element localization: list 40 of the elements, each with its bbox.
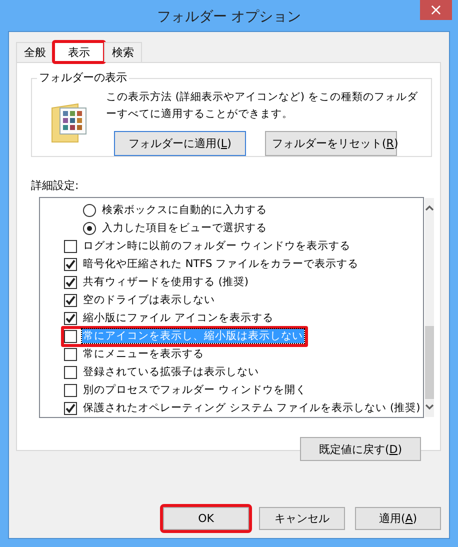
setting-label[interactable]: ログオン時に以前のフォルダー ウィンドウを表示する bbox=[82, 239, 352, 253]
restore-defaults-button[interactable]: 既定値に戻す(D) bbox=[300, 437, 421, 461]
setting-label[interactable]: 縮小版にファイル アイコンを表示する bbox=[82, 311, 274, 325]
checkbox[interactable] bbox=[64, 312, 77, 324]
tab[interactable]: 表示 bbox=[53, 41, 105, 63]
description-text: この表示方法 (詳細表示やアイコンなど) をこの種類のフォルダーすべてに適用することができます。 bbox=[106, 90, 419, 122]
checkbox[interactable] bbox=[64, 294, 77, 306]
setting-label[interactable]: 保護されたオペレーティング システム ファイルを表示しない (推奨) bbox=[82, 401, 422, 415]
checkbox[interactable] bbox=[64, 330, 77, 342]
setting-label[interactable]: 空のドライブは表示しない bbox=[82, 293, 216, 307]
folder-button[interactable]: フォルダーに適用(L) bbox=[114, 131, 246, 156]
setting-label[interactable]: 登録されている拡張子は表示しない bbox=[82, 365, 260, 379]
setting-label[interactable]: 別のプロセスでフォルダー ウィンドウを開く bbox=[82, 383, 308, 397]
advanced-label: 詳細設定: bbox=[31, 178, 80, 193]
checkbox[interactable] bbox=[64, 276, 77, 288]
tab[interactable]: 全般 bbox=[16, 42, 54, 62]
checkbox[interactable] bbox=[64, 348, 77, 360]
setting-label[interactable]: 検索ボックスに自動的に入力する bbox=[101, 203, 268, 217]
checkbox[interactable] bbox=[64, 258, 77, 270]
window-title: フォルダー オプション bbox=[156, 8, 302, 26]
scroll-down-icon[interactable] bbox=[425, 404, 434, 410]
dialog-button[interactable]: 適用(A) bbox=[355, 507, 441, 530]
checkbox[interactable] bbox=[64, 402, 77, 414]
setting-label[interactable]: 共有ウィザードを使用する (推奨) bbox=[82, 275, 250, 289]
scroll-up-icon[interactable] bbox=[425, 205, 434, 211]
checkbox[interactable] bbox=[64, 240, 77, 252]
dialog-button[interactable]: OK bbox=[163, 507, 249, 530]
scrollbar[interactable] bbox=[425, 198, 434, 417]
setting-label[interactable]: 常にメニューを表示する bbox=[82, 347, 205, 361]
radio-button[interactable] bbox=[83, 204, 96, 216]
tab[interactable]: 検索 bbox=[104, 42, 142, 62]
close-button[interactable]: × bbox=[420, 0, 452, 20]
checkbox[interactable] bbox=[64, 366, 77, 378]
setting-label[interactable]: 暗号化や圧縮された NTFS ファイルをカラーで表示する bbox=[82, 257, 360, 271]
checkbox[interactable] bbox=[64, 384, 77, 396]
folder-button[interactable]: フォルダーをリセット(R) bbox=[265, 131, 397, 156]
setting-label[interactable]: 入力した項目をビューで選択する bbox=[101, 221, 268, 235]
dialog-button[interactable]: キャンセル bbox=[259, 507, 345, 530]
radio-button[interactable] bbox=[83, 222, 96, 234]
group-title: フォルダーの表示 bbox=[37, 70, 129, 85]
